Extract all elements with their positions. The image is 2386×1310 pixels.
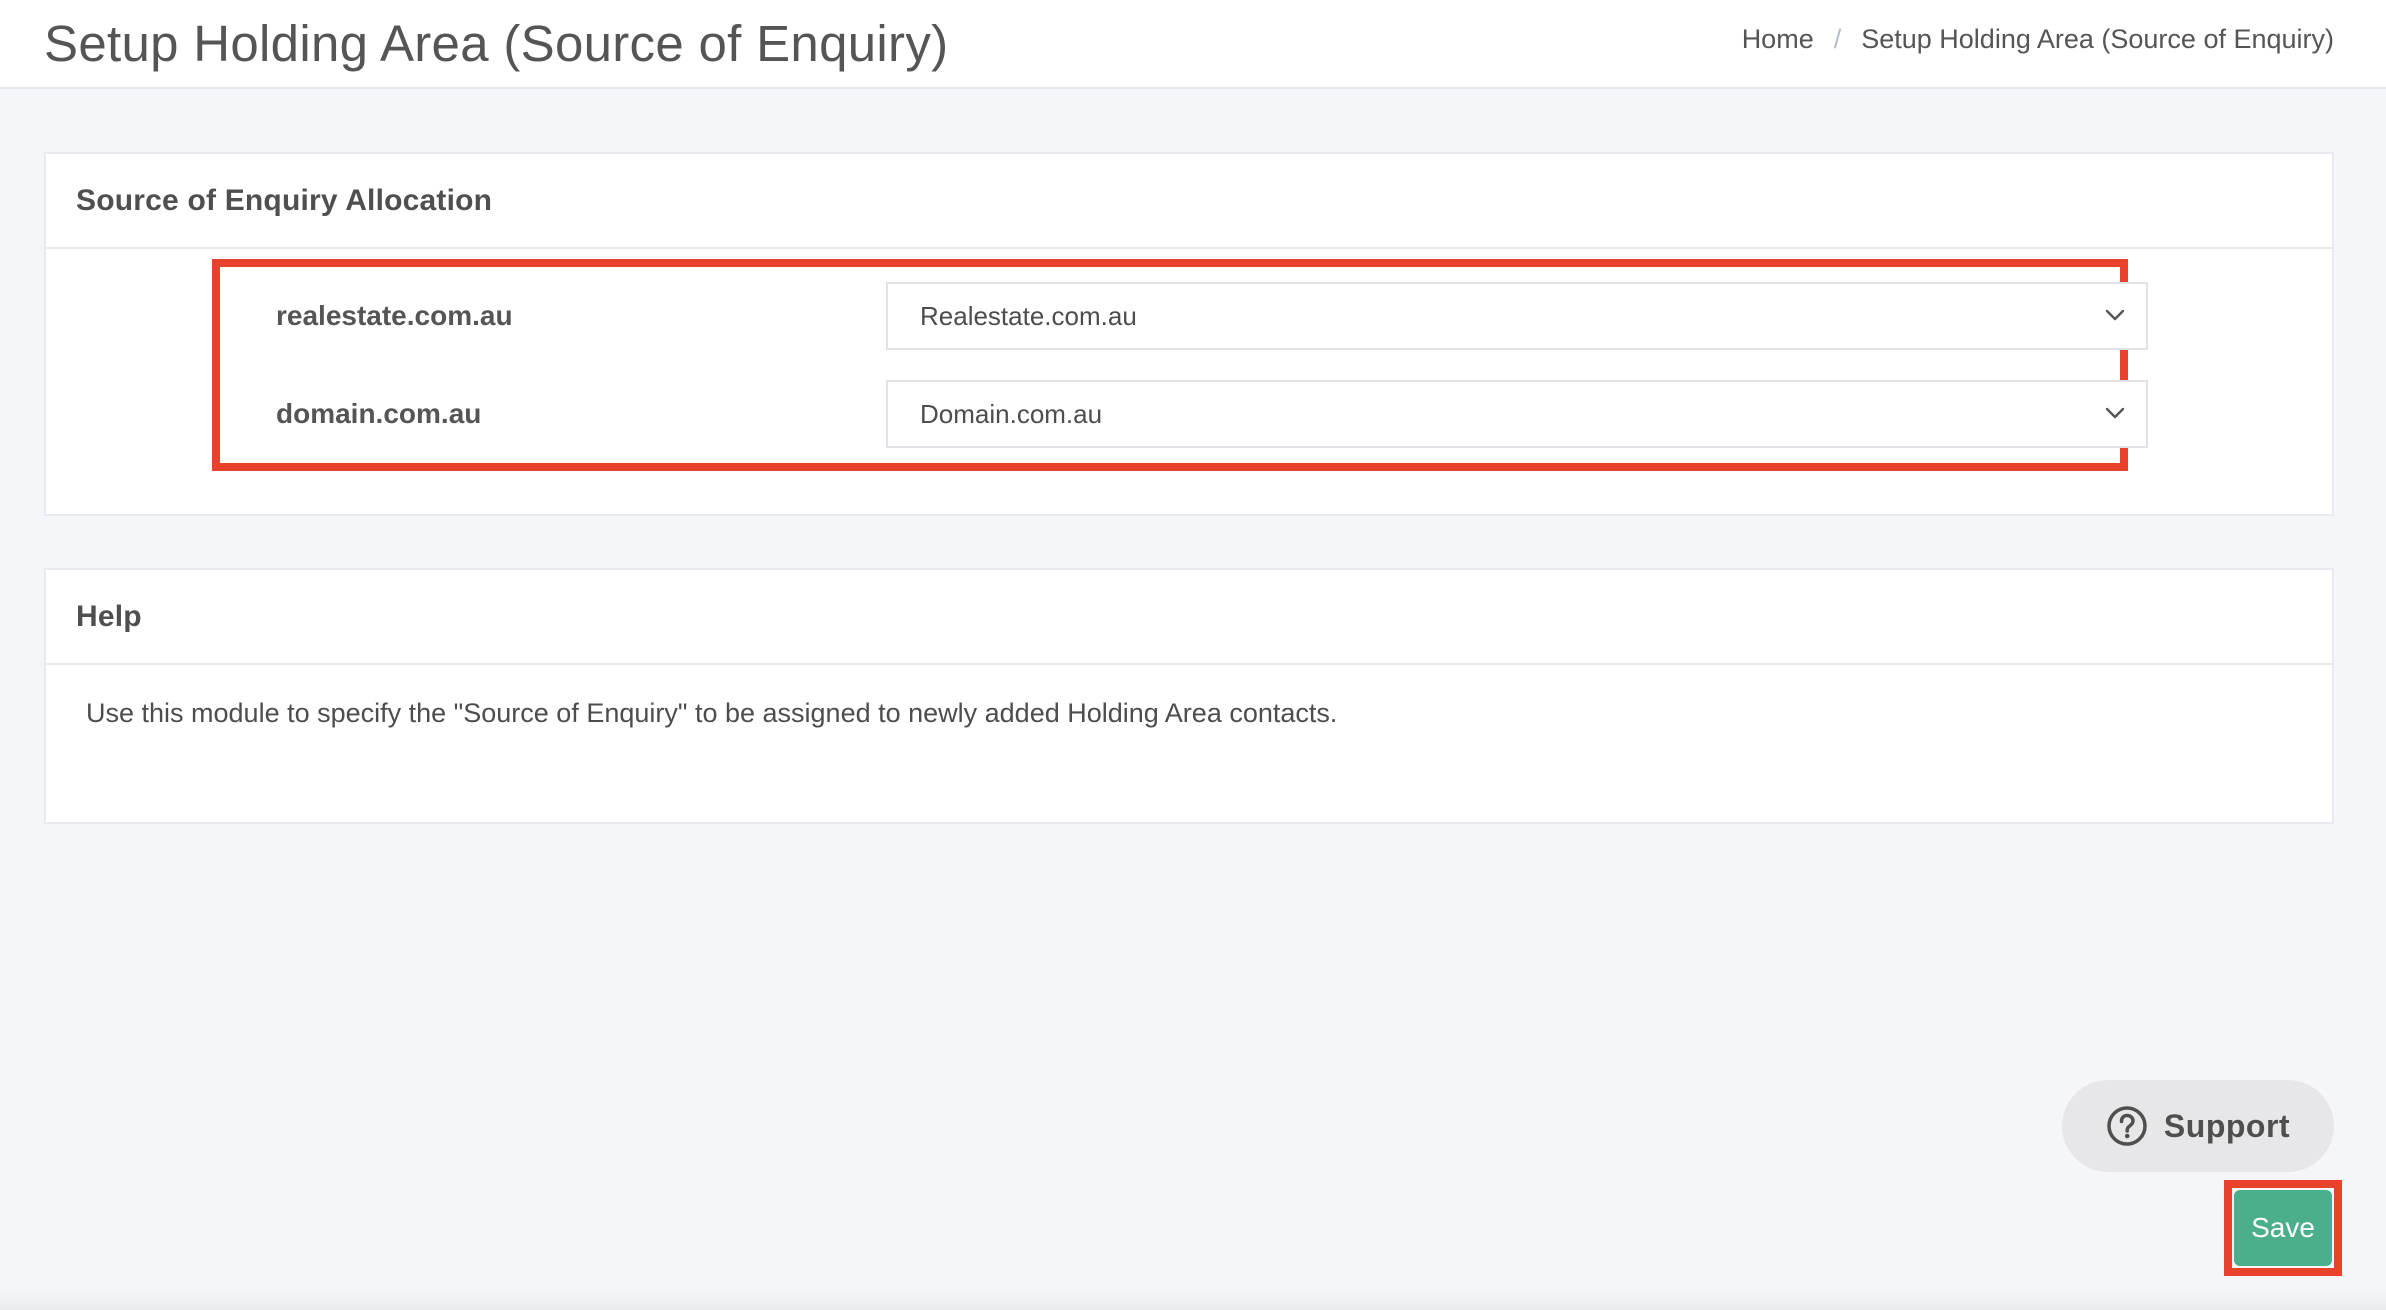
save-button[interactable]: Save	[2234, 1190, 2332, 1266]
bottom-edge	[0, 1290, 2386, 1310]
select-domain[interactable]: Domain.com.au	[886, 380, 2148, 448]
field-row-realestate: realestate.com.au Realestate.com.au	[276, 282, 2150, 352]
help-card: Help Use this module to specify the "Sou…	[44, 568, 2334, 824]
support-button[interactable]: Support	[2062, 1080, 2334, 1172]
select-domain-value: Domain.com.au	[920, 398, 1103, 429]
source-allocation-card: Source of Enquiry Allocation realestate.…	[44, 152, 2334, 516]
source-allocation-title: Source of Enquiry Allocation	[76, 183, 493, 217]
help-title: Help	[76, 599, 142, 633]
select-realestate-value: Realestate.com.au	[920, 300, 1137, 331]
source-allocation-header: Source of Enquiry Allocation	[46, 154, 2332, 249]
field-label-realestate: realestate.com.au	[276, 300, 513, 331]
chevron-down-icon	[2105, 407, 2125, 419]
help-header: Help	[46, 570, 2332, 665]
field-row-domain: domain.com.au Domain.com.au	[276, 380, 2150, 450]
breadcrumb-separator: /	[1833, 24, 1842, 54]
breadcrumb-home-link[interactable]: Home	[1742, 24, 1814, 55]
support-label: Support	[2163, 1107, 2291, 1144]
top-bar: Setup Holding Area (Source of Enquiry) H…	[0, 0, 2386, 89]
chevron-down-icon	[2105, 309, 2125, 321]
breadcrumb: Home / Setup Holding Area (Source of Enq…	[1742, 24, 2334, 55]
help-text: Use this module to specify the "Source o…	[86, 698, 1338, 728]
question-circle-icon	[2107, 1106, 2147, 1146]
page-title: Setup Holding Area (Source of Enquiry)	[44, 15, 949, 72]
select-realestate[interactable]: Realestate.com.au	[886, 282, 2148, 350]
breadcrumb-current: Setup Holding Area (Source of Enquiry)	[1861, 24, 2334, 54]
field-label-domain: domain.com.au	[276, 398, 482, 429]
